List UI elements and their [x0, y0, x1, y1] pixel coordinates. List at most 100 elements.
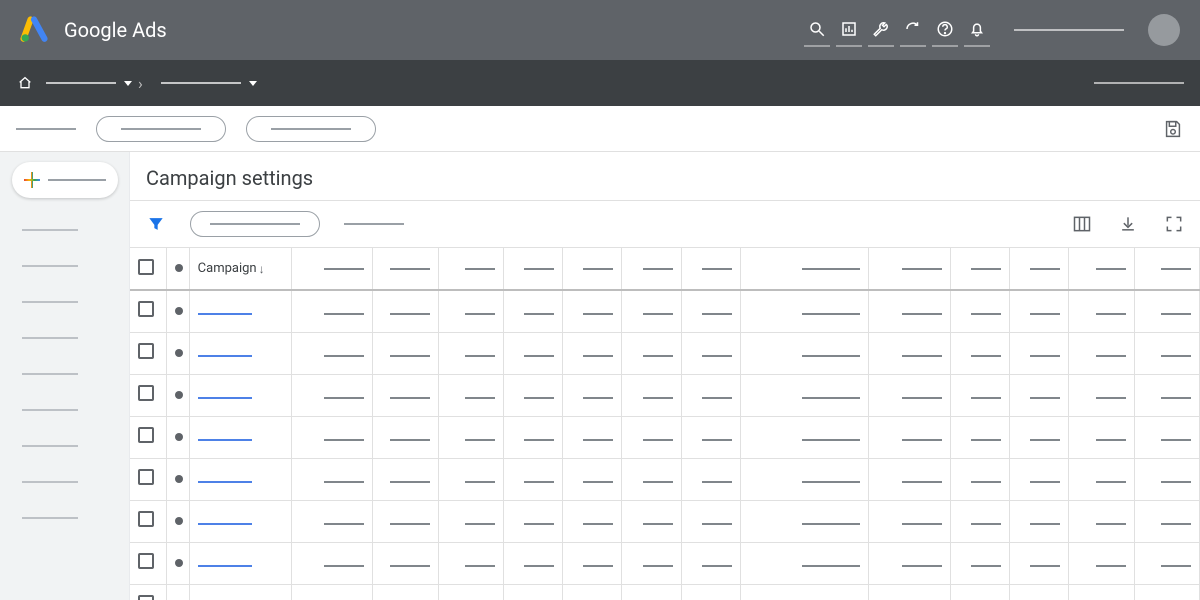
- cell: [438, 458, 503, 500]
- avatar[interactable]: [1148, 14, 1180, 46]
- sidebar-item[interactable]: [0, 500, 129, 536]
- column-header[interactable]: [291, 248, 373, 290]
- cell: [740, 458, 869, 500]
- column-header[interactable]: [503, 248, 562, 290]
- notifications-icon[interactable]: [964, 13, 990, 47]
- sidebar: [0, 152, 130, 600]
- column-header[interactable]: [681, 248, 740, 290]
- row-checkbox[interactable]: [130, 500, 167, 542]
- toolbar-pill-2[interactable]: [246, 116, 376, 142]
- cell: [503, 332, 562, 374]
- cell: [503, 416, 562, 458]
- cell: [740, 374, 869, 416]
- row-checkbox[interactable]: [130, 458, 167, 500]
- sidebar-item[interactable]: [0, 284, 129, 320]
- campaign-link[interactable]: [189, 458, 291, 500]
- campaign-header[interactable]: Campaign ↓: [189, 248, 291, 290]
- cell: [373, 332, 438, 374]
- campaigns-table: Campaign ↓: [130, 248, 1200, 600]
- row-checkbox[interactable]: [130, 584, 167, 600]
- tools-icon[interactable]: [868, 13, 894, 47]
- cell: [438, 542, 503, 584]
- account-placeholder: [1014, 29, 1124, 31]
- cell: [563, 542, 622, 584]
- campaign-link[interactable]: [189, 584, 291, 600]
- table-row: [130, 458, 1200, 500]
- campaign-link[interactable]: [189, 542, 291, 584]
- sidebar-item[interactable]: [0, 248, 129, 284]
- cell: [681, 290, 740, 332]
- column-header[interactable]: [1069, 248, 1134, 290]
- new-button[interactable]: [12, 162, 118, 198]
- columns-icon[interactable]: [1072, 214, 1092, 234]
- campaign-link[interactable]: [189, 290, 291, 332]
- cell: [438, 416, 503, 458]
- download-icon[interactable]: [1118, 214, 1138, 234]
- campaign-link[interactable]: [189, 374, 291, 416]
- cell: [869, 416, 951, 458]
- toolbar-pill-1[interactable]: [96, 116, 226, 142]
- cell: [373, 416, 438, 458]
- select-all-header[interactable]: [130, 248, 167, 290]
- cell: [950, 416, 1009, 458]
- chevron-down-icon: [249, 81, 257, 86]
- column-header[interactable]: [622, 248, 681, 290]
- column-header[interactable]: [950, 248, 1009, 290]
- cell: [1069, 290, 1134, 332]
- sidebar-item[interactable]: [0, 320, 129, 356]
- cell: [681, 584, 740, 600]
- sidebar-item[interactable]: [0, 428, 129, 464]
- column-header[interactable]: [869, 248, 951, 290]
- row-status: [167, 416, 189, 458]
- table-row: [130, 374, 1200, 416]
- product-name: Google Ads: [64, 18, 167, 42]
- home-icon[interactable]: [16, 74, 34, 92]
- sidebar-item[interactable]: [0, 392, 129, 428]
- filter-chip[interactable]: [190, 211, 320, 237]
- column-header[interactable]: [1134, 248, 1199, 290]
- cell: [503, 290, 562, 332]
- campaign-link[interactable]: [189, 500, 291, 542]
- refresh-icon[interactable]: [900, 13, 926, 47]
- column-header[interactable]: [1010, 248, 1069, 290]
- cell: [563, 332, 622, 374]
- filter-icon[interactable]: [146, 214, 166, 234]
- breadcrumb-segment-1[interactable]: [46, 81, 132, 86]
- column-header[interactable]: [740, 248, 869, 290]
- breadcrumb-segment-2[interactable]: [161, 81, 257, 86]
- cell: [622, 332, 681, 374]
- row-checkbox[interactable]: [130, 374, 167, 416]
- row-status: [167, 584, 189, 600]
- cell: [503, 584, 562, 600]
- column-header[interactable]: [373, 248, 438, 290]
- cell: [622, 290, 681, 332]
- reports-icon[interactable]: [836, 13, 862, 47]
- cell: [563, 374, 622, 416]
- sidebar-item[interactable]: [0, 464, 129, 500]
- campaign-link[interactable]: [189, 416, 291, 458]
- cell: [869, 542, 951, 584]
- sidebar-item[interactable]: [0, 356, 129, 392]
- cell: [373, 542, 438, 584]
- expand-icon[interactable]: [1164, 214, 1184, 234]
- column-header[interactable]: [563, 248, 622, 290]
- cell: [869, 332, 951, 374]
- main-area: Campaign settings Campaign ↓: [0, 152, 1200, 600]
- save-icon[interactable]: [1162, 118, 1184, 140]
- row-checkbox[interactable]: [130, 542, 167, 584]
- campaign-link[interactable]: [189, 332, 291, 374]
- cell: [1069, 584, 1134, 600]
- row-status: [167, 290, 189, 332]
- sidebar-item[interactable]: [0, 212, 129, 248]
- cell: [740, 584, 869, 600]
- search-icon[interactable]: [804, 13, 830, 47]
- row-checkbox[interactable]: [130, 416, 167, 458]
- google-ads-logo-icon: [20, 16, 48, 44]
- cell: [950, 374, 1009, 416]
- column-header[interactable]: [438, 248, 503, 290]
- cell: [869, 374, 951, 416]
- help-icon[interactable]: [932, 13, 958, 47]
- row-checkbox[interactable]: [130, 332, 167, 374]
- header-icon-group: [804, 13, 990, 47]
- row-checkbox[interactable]: [130, 290, 167, 332]
